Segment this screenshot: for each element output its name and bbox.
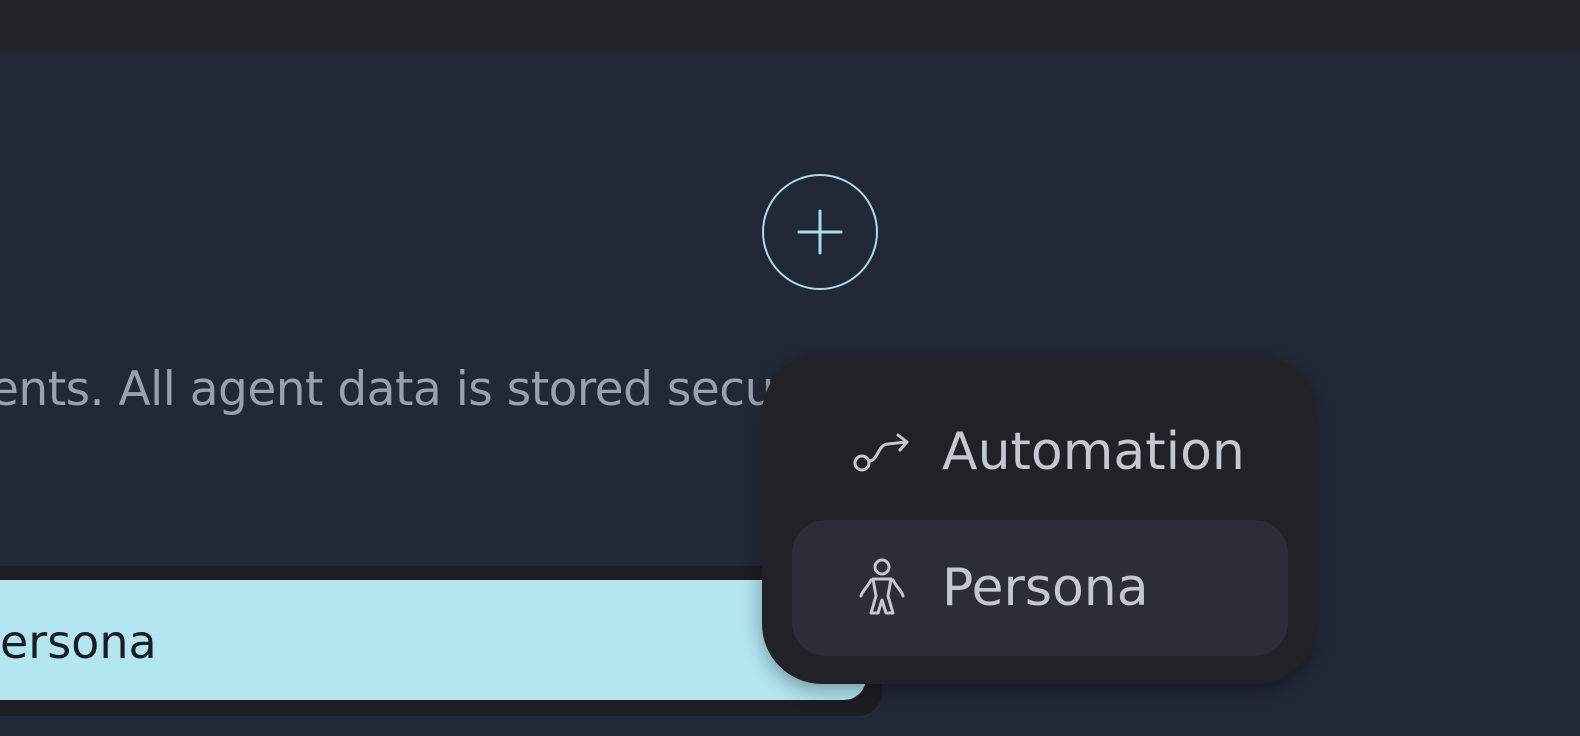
menu-item-automation[interactable]: Automation [792, 384, 1288, 520]
agent-type-dropdown: Automation Persona [762, 354, 1316, 684]
menu-item-automation-label: Automation [942, 422, 1245, 482]
top-bar [0, 0, 1580, 52]
menu-item-persona-label: Persona [942, 558, 1149, 618]
person-icon [850, 556, 914, 620]
create-persona-button-label: ersona [0, 615, 157, 669]
plus-icon [797, 209, 843, 255]
menu-item-persona[interactable]: Persona [792, 520, 1288, 656]
add-agent-button[interactable] [762, 174, 878, 290]
automation-path-icon [850, 420, 914, 484]
description-text: ents. All agent data is stored secu [0, 362, 774, 417]
